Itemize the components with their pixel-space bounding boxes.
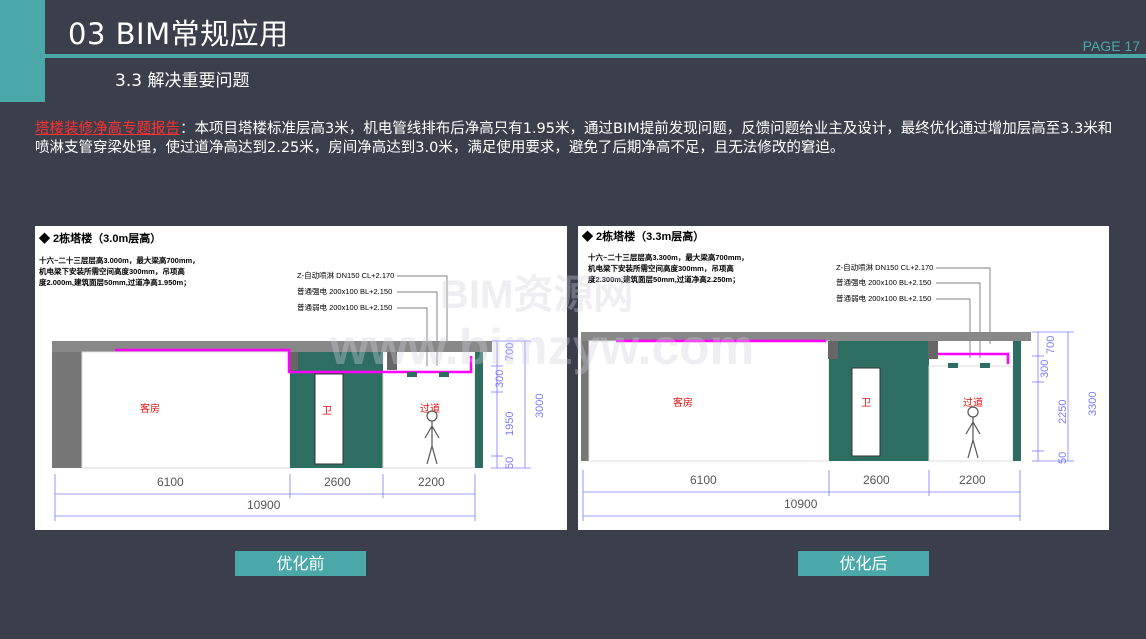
beam [928, 341, 938, 359]
panel-note-line: 机电梁下安装所需空间高度300mm，吊项高 [588, 263, 734, 273]
dim-label: 10900 [784, 497, 818, 511]
dim-label: 1950 [504, 412, 516, 436]
left-wall [52, 352, 82, 468]
room-label-guest: 客房 [140, 402, 160, 415]
dim-label: 2600 [863, 473, 890, 487]
legend-power: 普通强电 200x100 BL+2.150 [836, 277, 931, 287]
legend-power: 普通强电 200x100 BL+2.150 [297, 286, 392, 296]
bathroom-door [851, 367, 881, 457]
legend-leader-lines [397, 275, 448, 366]
panel-heading: ◆ 2栋塔楼（3.3m层高） [581, 229, 704, 243]
cable-tray [980, 363, 990, 368]
drawing-panel-after: ◆ 2栋塔楼（3.3m层高） 十六~二十三层层高3.300m，最大梁高700mm… [578, 226, 1109, 530]
dim-label: 6100 [157, 475, 184, 489]
left-wall [581, 341, 589, 461]
panel-note-line: 度2.000m,建筑面层50mm,过道净高1.950m； [39, 277, 191, 288]
dim-label: 700 [504, 343, 516, 361]
dim-label: 6100 [690, 473, 717, 487]
cable-tray [948, 363, 958, 368]
legend-weak: 普通弱电 200x100 BL+2.150 [836, 293, 931, 303]
caption-before-button[interactable]: 优化前 [235, 551, 366, 576]
dim-label: 10900 [247, 498, 281, 512]
dim-label: 2600 [324, 475, 351, 489]
right-wall [1013, 341, 1021, 461]
description-text: ：本项目塔楼标准层高3米，机电管线排布后净高只有1.95米，通过BIM提前发现问… [35, 121, 1113, 156]
horizontal-dimension-lines [582, 470, 1021, 521]
beam [828, 341, 838, 359]
floor-slab [581, 332, 1031, 341]
bathroom-door [314, 373, 344, 465]
legend-sprinkler: Z-自动喷淋 DN150 CL+2.170 [297, 270, 394, 280]
dim-label: 50 [1057, 452, 1069, 464]
dim-label: 700 [1045, 336, 1057, 354]
dim-label: 3000 [534, 394, 546, 418]
header-divider [45, 54, 1146, 58]
drawing-panel-before: ◆ 2栋塔楼（3.0m层高） 十六~二十三层层高3.000m，最大梁高700mm… [35, 226, 567, 530]
beam [387, 352, 397, 370]
legend-leader-lines [936, 267, 991, 358]
legend-sprinkler: Z-自动喷淋 DN150 CL+2.170 [836, 262, 933, 272]
dim-label: 3300 [1087, 392, 1099, 416]
description-paragraph: 塔楼装修净高专题报告：本项目塔楼标准层高3米，机电管线排布后净高只有1.95米，… [35, 120, 1115, 158]
legend-weak: 普通弱电 200x100 BL+2.150 [297, 302, 392, 312]
section-subtitle: 3.3 解决重要问题 [115, 71, 250, 91]
cable-tray [407, 372, 417, 377]
header-accent-block [0, 0, 45, 102]
panel-note-line: 度2.300m,建筑面层50mm,过道净高2.250m； [588, 274, 740, 285]
vertical-dimension-labels: 700 300 1950 50 3000 [494, 343, 546, 469]
vertical-dimension-labels: 700 300 2250 50 3300 [1039, 336, 1099, 464]
page-number: PAGE 17 [1082, 38, 1140, 54]
panel-note-line: 机电梁下安装所需空间高度300mm，吊项高 [39, 266, 185, 276]
dim-label: 50 [504, 457, 516, 469]
guest-room-space [588, 340, 830, 462]
description-highlight: 塔楼装修净高专题报告 [35, 121, 180, 137]
panel-note-line: 十六~二十三层层高3.300m，最大梁高700mm， [588, 252, 749, 262]
panel-heading: ◆ 2栋塔楼（3.0m层高） [38, 231, 161, 245]
right-wall [475, 352, 483, 468]
dim-label: 2200 [959, 473, 986, 487]
room-label-guest: 客房 [673, 396, 693, 409]
room-label-bath: 卫 [322, 406, 332, 417]
dim-label: 2200 [418, 475, 445, 489]
dim-label: 300 [494, 370, 506, 388]
caption-after-button[interactable]: 优化后 [798, 551, 929, 576]
guest-room-space [81, 351, 291, 469]
page-title: 03 BIM常规应用 [68, 17, 289, 51]
dim-label: 300 [1039, 360, 1051, 378]
room-label-bath: 卫 [861, 398, 871, 409]
panel-note-line: 十六~二十三层层高3.000m，最大梁高700mm， [39, 255, 200, 265]
dim-label: 2250 [1057, 400, 1069, 424]
cable-tray [439, 372, 449, 377]
